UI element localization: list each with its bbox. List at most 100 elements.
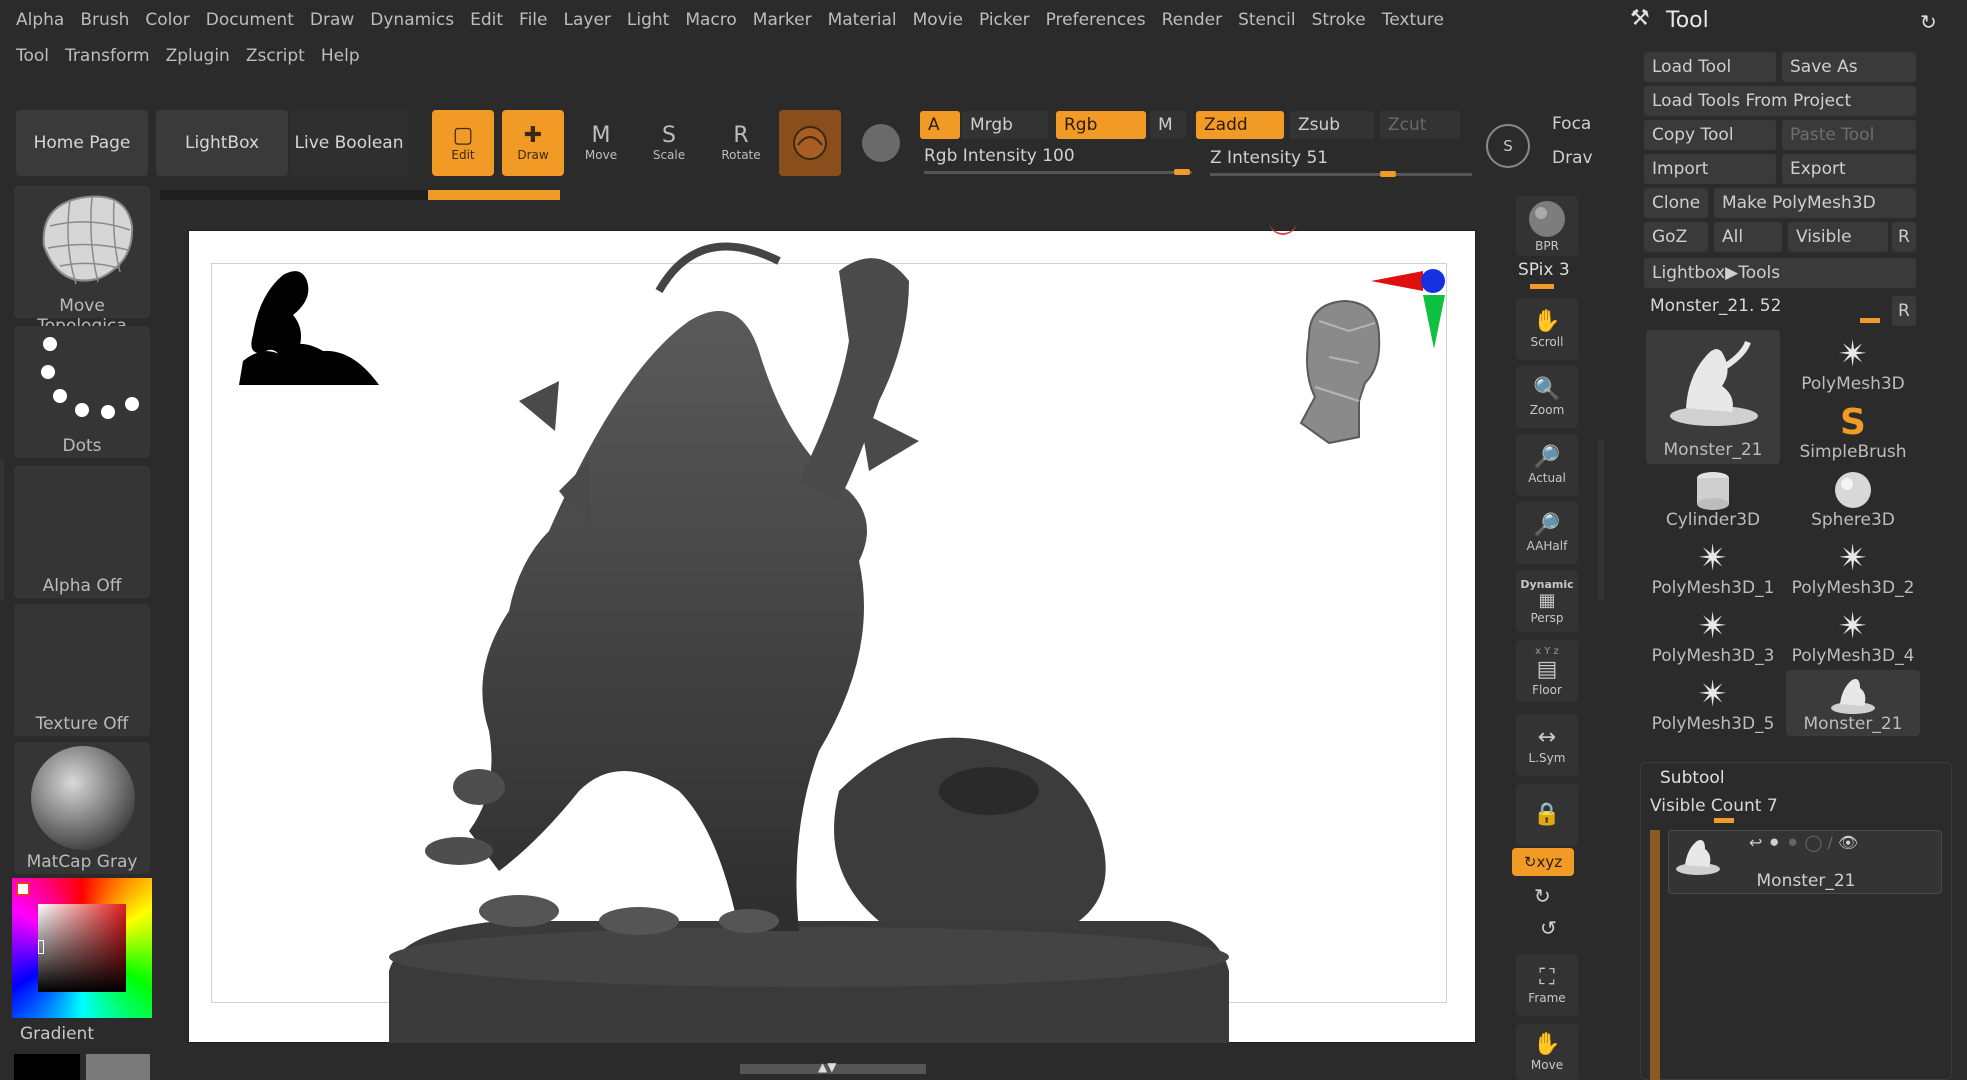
draw-button[interactable]: ✚ Draw <box>502 110 564 176</box>
rgb-intensity-track[interactable] <box>924 171 1192 174</box>
lsym-button[interactable]: ↔ L.Sym <box>1516 714 1578 776</box>
tool-thumb-sphere3d[interactable]: Sphere3D <box>1786 466 1920 532</box>
paste-tool-button[interactable]: Paste Tool <box>1782 120 1916 150</box>
z-intensity-track[interactable] <box>1210 173 1472 176</box>
frame-button[interactable]: ⛶ Frame <box>1516 954 1578 1016</box>
menu-stroke[interactable]: Stroke <box>1306 6 1372 36</box>
menu-zplugin[interactable]: Zplugin <box>160 42 236 72</box>
home-page-button[interactable]: Home Page <box>16 110 148 176</box>
symmetry-button[interactable]: S <box>1486 124 1530 168</box>
menu-render[interactable]: Render <box>1156 6 1229 36</box>
menu-color[interactable]: Color <box>139 6 195 36</box>
current-tool-r-button[interactable]: R <box>1892 296 1916 326</box>
clone-button[interactable]: Clone <box>1644 188 1708 218</box>
tool-thumb-monster-21-selected[interactable]: Monster_21 <box>1646 330 1780 464</box>
menu-alpha[interactable]: Alpha <box>10 6 70 36</box>
menu-draw[interactable]: Draw <box>304 6 360 36</box>
z-intensity-slider[interactable]: Z Intensity 51 <box>1210 148 1328 168</box>
menu-edit[interactable]: Edit <box>464 6 509 36</box>
focal-shift-label[interactable]: Foca <box>1552 114 1591 134</box>
sculpt-model[interactable] <box>319 231 1369 1043</box>
menu-macro[interactable]: Macro <box>679 6 742 36</box>
stroke-selector[interactable]: Dots <box>14 326 150 458</box>
scroll-button[interactable]: ✋ Scroll <box>1516 298 1578 360</box>
goz-visible-button[interactable]: Visible <box>1788 222 1888 252</box>
visible-count-knob[interactable] <box>1714 818 1734 823</box>
goz-button[interactable]: GoZ <box>1644 222 1708 252</box>
tool-thumb-cylinder3d[interactable]: Cylinder3D <box>1646 466 1780 532</box>
rotate-button[interactable]: R Rotate <box>710 110 772 176</box>
menu-marker[interactable]: Marker <box>747 6 818 36</box>
brush-selector[interactable]: Move Topologica <box>14 186 150 336</box>
menu-material[interactable]: Material <box>822 6 903 36</box>
alpha-selector[interactable]: Alpha Off <box>14 466 150 598</box>
menu-transform[interactable]: Transform <box>59 42 156 72</box>
goz-all-button[interactable]: All <box>1714 222 1782 252</box>
color-cursor[interactable] <box>38 940 44 954</box>
bpr-button[interactable]: BPR <box>1516 196 1578 256</box>
scroll-arrows-icon[interactable]: ▲▼ <box>818 1060 836 1074</box>
tool-thumb-polymesh3d-4[interactable]: ✴ PolyMesh3D_4 <box>1786 602 1920 668</box>
texture-selector[interactable]: Texture Off <box>14 604 150 736</box>
tool-palette-title[interactable]: Tool <box>1666 8 1709 33</box>
palette-refresh-icon[interactable]: ↻ <box>1920 10 1937 34</box>
load-tools-from-project-button[interactable]: Load Tools From Project <box>1644 86 1916 116</box>
menu-layer[interactable]: Layer <box>558 6 617 36</box>
menu-dynamics[interactable]: Dynamics <box>364 6 460 36</box>
secondary-color-swatch[interactable] <box>14 1054 80 1080</box>
menu-tool[interactable]: Tool <box>10 42 55 72</box>
draw-size-label[interactable]: Drav <box>1552 148 1593 168</box>
menu-document[interactable]: Document <box>200 6 300 36</box>
menu-light[interactable]: Light <box>621 6 675 36</box>
current-tool-knob[interactable] <box>1860 318 1880 323</box>
rgb-intensity-slider[interactable]: Rgb Intensity 100 <box>924 146 1075 166</box>
zoom-button[interactable]: 🔍 Zoom <box>1516 366 1578 428</box>
import-button[interactable]: Import <box>1644 154 1776 184</box>
material-sphere-button[interactable] <box>779 110 841 176</box>
save-as-button[interactable]: Save As <box>1782 52 1916 82</box>
arrow-icon[interactable]: ↩ <box>1749 833 1762 852</box>
menu-picker[interactable]: Picker <box>973 6 1036 36</box>
load-tool-button[interactable]: Load Tool <box>1644 52 1776 82</box>
edit-button[interactable]: ▢ Edit <box>432 110 494 176</box>
copy-tool-button[interactable]: Copy Tool <box>1644 120 1776 150</box>
polypaint-icon[interactable]: ◯ <box>1805 833 1823 852</box>
menu-brush[interactable]: Brush <box>74 6 135 36</box>
menu-help[interactable]: Help <box>315 42 366 72</box>
goz-r-button[interactable]: R <box>1892 222 1916 252</box>
rotate-xyz-button[interactable]: ↻xyz <box>1512 848 1574 876</box>
spotlight-button[interactable] <box>850 110 912 176</box>
tool-thumb-polymesh3d-1[interactable]: ✴ PolyMesh3D_1 <box>1646 534 1780 600</box>
m-toggle[interactable]: M <box>1150 111 1186 139</box>
a-toggle[interactable]: A <box>920 111 960 139</box>
mrgb-toggle[interactable]: Mrgb <box>962 111 1048 139</box>
zadd-toggle[interactable]: Zadd <box>1196 111 1284 139</box>
lightbox-tools-button[interactable]: Lightbox▶Tools <box>1644 258 1916 288</box>
right-panel-divider[interactable] <box>1598 440 1604 600</box>
actual-button[interactable]: 🔎 Actual <box>1516 434 1578 496</box>
subtool-scrollbar[interactable] <box>1650 830 1660 1080</box>
zcut-toggle[interactable]: Zcut <box>1380 111 1460 139</box>
rgb-intensity-knob[interactable] <box>1174 169 1190 175</box>
spix-slider[interactable]: SPix 3 <box>1518 260 1570 280</box>
lightbox-button[interactable]: LightBox <box>156 110 288 176</box>
document-canvas[interactable] <box>188 230 1476 1043</box>
toggle-on-icon[interactable]: ⚫ <box>1768 833 1781 852</box>
aahalf-button[interactable]: 🔎 AAHalf <box>1516 502 1578 564</box>
subtool-header[interactable]: Subtool <box>1660 768 1725 788</box>
menu-zscript[interactable]: Zscript <box>240 42 311 72</box>
live-boolean-button[interactable]: Live Boolean <box>290 110 408 176</box>
left-panel-divider[interactable] <box>0 460 4 600</box>
export-button[interactable]: Export <box>1782 154 1916 184</box>
menu-file[interactable]: File <box>513 6 553 36</box>
primary-color-swatch[interactable] <box>86 1054 150 1080</box>
rgb-toggle[interactable]: Rgb <box>1056 111 1146 139</box>
tool-thumb-polymesh3d-3[interactable]: ✴ PolyMesh3D_3 <box>1646 602 1780 668</box>
persp-button[interactable]: Dynamic ▦ Persp <box>1516 570 1578 632</box>
tool-thumb-polymesh3d[interactable]: ✴ PolyMesh3D <box>1786 330 1920 396</box>
spix-knob[interactable] <box>1530 284 1554 289</box>
tool-thumb-monster-21[interactable]: Monster_21 <box>1786 670 1920 736</box>
move-view-button[interactable]: ✋ Move <box>1516 1024 1578 1080</box>
menu-stencil[interactable]: Stencil <box>1232 6 1301 36</box>
tool-thumb-simplebrush[interactable]: S SimpleBrush <box>1786 398 1920 464</box>
